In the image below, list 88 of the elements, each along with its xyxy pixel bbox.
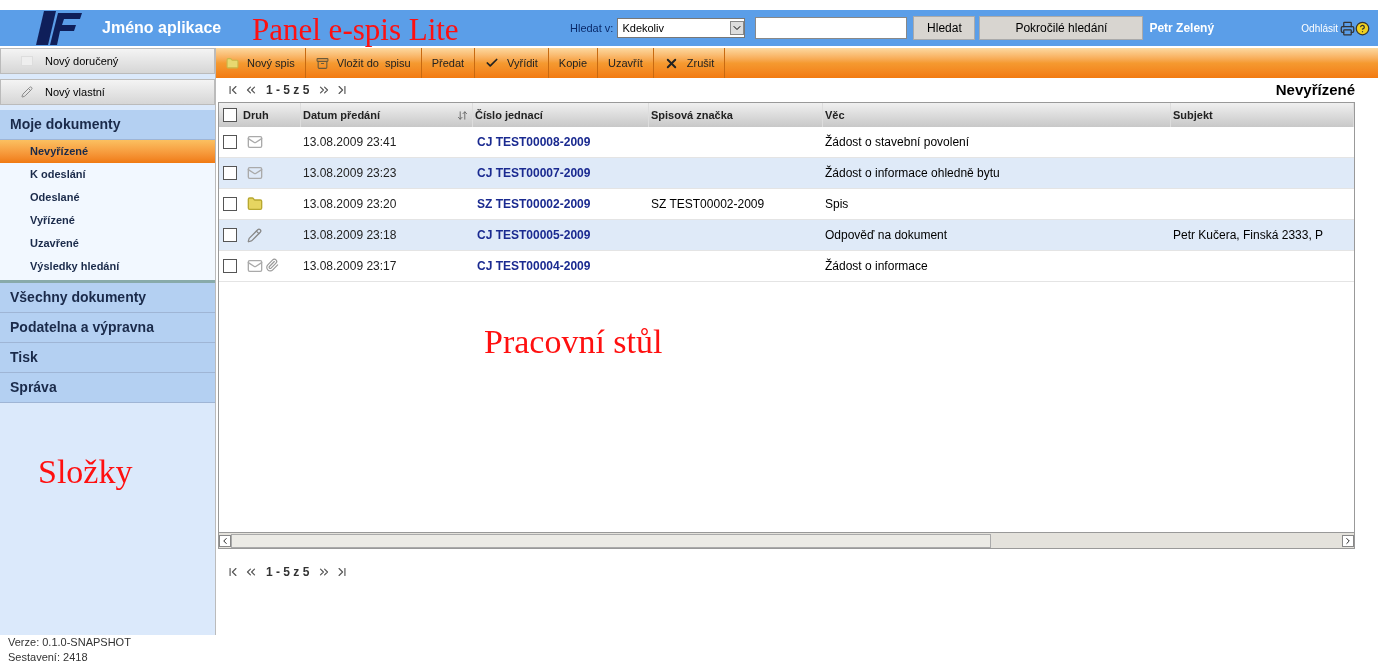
folder-section-header[interactable]: Tisk [0, 343, 215, 373]
previous-page-icon[interactable] [244, 83, 258, 97]
folder-item[interactable]: K odeslání [0, 163, 215, 186]
toolbar-button[interactable]: Předat [421, 48, 476, 78]
envelope-icon [247, 258, 263, 274]
table-row[interactable]: 13.08.2009 23:23 CJ TEST00007-2009 Žádost o informace ohledně bytu [219, 158, 1354, 189]
view-title: Nevyřízené [1275, 79, 1355, 100]
check-icon [485, 56, 500, 70]
table-cell: Žádost o stavební povolení [825, 135, 970, 149]
column-header[interactable]: Číslo jednací [475, 106, 543, 124]
row-checkbox[interactable] [223, 135, 237, 149]
user-name: Petr Zelený [1149, 20, 1215, 37]
dropdown-icon [730, 21, 745, 35]
advanced-search-button[interactable]: Pokročilé hledání [979, 16, 1144, 40]
row-checkbox[interactable] [223, 197, 237, 211]
table-cell: Odpověď na dokument [825, 228, 948, 242]
new-document-button[interactable]: Nový vlastní [0, 79, 215, 105]
app-name: Jméno aplikace [102, 18, 223, 38]
row-checkbox[interactable] [223, 259, 237, 273]
sort-icon[interactable] [457, 109, 468, 121]
table-cell: SZ TEST00002-2009 [651, 197, 765, 211]
table-cell: 13.08.2009 23:17 [303, 259, 397, 273]
first-page-icon[interactable] [226, 83, 240, 97]
table-cell: 13.08.2009 23:23 [303, 166, 397, 180]
column-header[interactable]: Datum předání [303, 106, 380, 124]
folder-icon [247, 196, 263, 212]
row-checkbox[interactable] [223, 166, 237, 180]
version-info: Verze: 0.1.0-SNAPSHOT [8, 635, 132, 650]
folder-item[interactable]: Uzavřené [0, 232, 215, 255]
row-checkbox[interactable] [223, 228, 237, 242]
box-icon [315, 56, 329, 70]
table-cell: Žádost o informace ohledně bytu [825, 166, 1000, 180]
column-header[interactable]: Druh [243, 106, 269, 124]
scroll-left-icon[interactable] [219, 534, 231, 547]
column-header[interactable]: Spisová značka [651, 106, 733, 124]
search-label: Hledat v: [570, 20, 614, 36]
page-range: 1 - 5 z 5 [266, 82, 310, 99]
scroll-thumb[interactable] [231, 533, 991, 548]
table-cell: Petr Kučera, Finská 2333, P [1173, 228, 1324, 242]
table-cell: Žádost o informace [825, 259, 928, 273]
page-range: 1 - 5 z 5 [266, 564, 310, 581]
table-cell: 13.08.2009 23:41 [303, 135, 397, 149]
search-field[interactable] [755, 17, 908, 39]
new-document-button[interactable]: Nový doručený [0, 48, 215, 74]
document-number-link[interactable]: CJ TEST00007-2009 [477, 166, 591, 180]
help-icon[interactable] [1355, 20, 1370, 36]
annotation-label: Panel e-spis Lite [252, 11, 459, 49]
folder-section-header[interactable]: Moje dokumenty [0, 110, 215, 140]
document-number-link[interactable]: CJ TEST00005-2009 [477, 228, 591, 242]
select-all-checkbox[interactable] [223, 108, 237, 122]
folder-item[interactable]: Odeslané [0, 186, 215, 209]
envelope-icon [247, 165, 263, 181]
column-header[interactable]: Subjekt [1173, 106, 1213, 124]
pencil-icon [247, 227, 262, 243]
document-number-link[interactable]: CJ TEST00004-2009 [477, 259, 591, 273]
folder-icon [226, 56, 239, 70]
table-cell: Spis [825, 197, 849, 211]
folder-section-header[interactable]: Všechny dokumenty [0, 283, 215, 313]
toolbar-button[interactable]: Zrušit [653, 48, 726, 78]
toolbar-button[interactable]: Kopie [548, 48, 598, 78]
horizontal-scrollbar[interactable] [219, 532, 1354, 548]
envelope-icon [247, 134, 263, 150]
table-cell: 13.08.2009 23:20 [303, 197, 397, 211]
scroll-right-icon[interactable] [1342, 534, 1354, 547]
document-number-link[interactable]: SZ TEST00002-2009 [477, 197, 591, 211]
column-header[interactable]: Věc [825, 106, 845, 124]
toolbar-button[interactable]: Vložit do spisu [305, 48, 422, 78]
table-row[interactable]: 13.08.2009 23:18 CJ TEST00005-2009 Odpověď na dokument Petr Kučera, Finská 2333, P [219, 220, 1354, 251]
paperclip-icon [265, 258, 279, 272]
pencil-icon [21, 86, 33, 98]
toolbar-button[interactable]: Uzavřít [598, 48, 654, 78]
folder-item[interactable]: Nevyřízené [0, 140, 215, 163]
toolbar-button[interactable]: Nový spis [216, 48, 306, 78]
folder-section-header[interactable]: Správa [0, 373, 215, 403]
document-number-link[interactable]: CJ TEST00008-2009 [477, 135, 591, 149]
previous-page-icon[interactable] [244, 565, 258, 579]
search-button[interactable]: Hledat [913, 16, 976, 40]
folder-section-header[interactable]: Podatelna a výpravna [0, 313, 215, 343]
version-info: Sestavení: 2418 [8, 650, 89, 665]
search-scope-select[interactable]: Kdekoliv [617, 18, 746, 38]
first-page-icon[interactable] [226, 565, 240, 579]
toolbar-button[interactable]: Vyřídit [475, 48, 549, 78]
annotation-label: Pracovní stůl [484, 322, 663, 362]
printer-icon[interactable] [1340, 20, 1355, 36]
annotation-label: Složky [38, 452, 133, 492]
folder-item[interactable]: Vyřízené [0, 209, 215, 232]
folder-item[interactable]: Výsledky hledání [0, 255, 215, 278]
table-cell: 13.08.2009 23:18 [303, 228, 397, 242]
